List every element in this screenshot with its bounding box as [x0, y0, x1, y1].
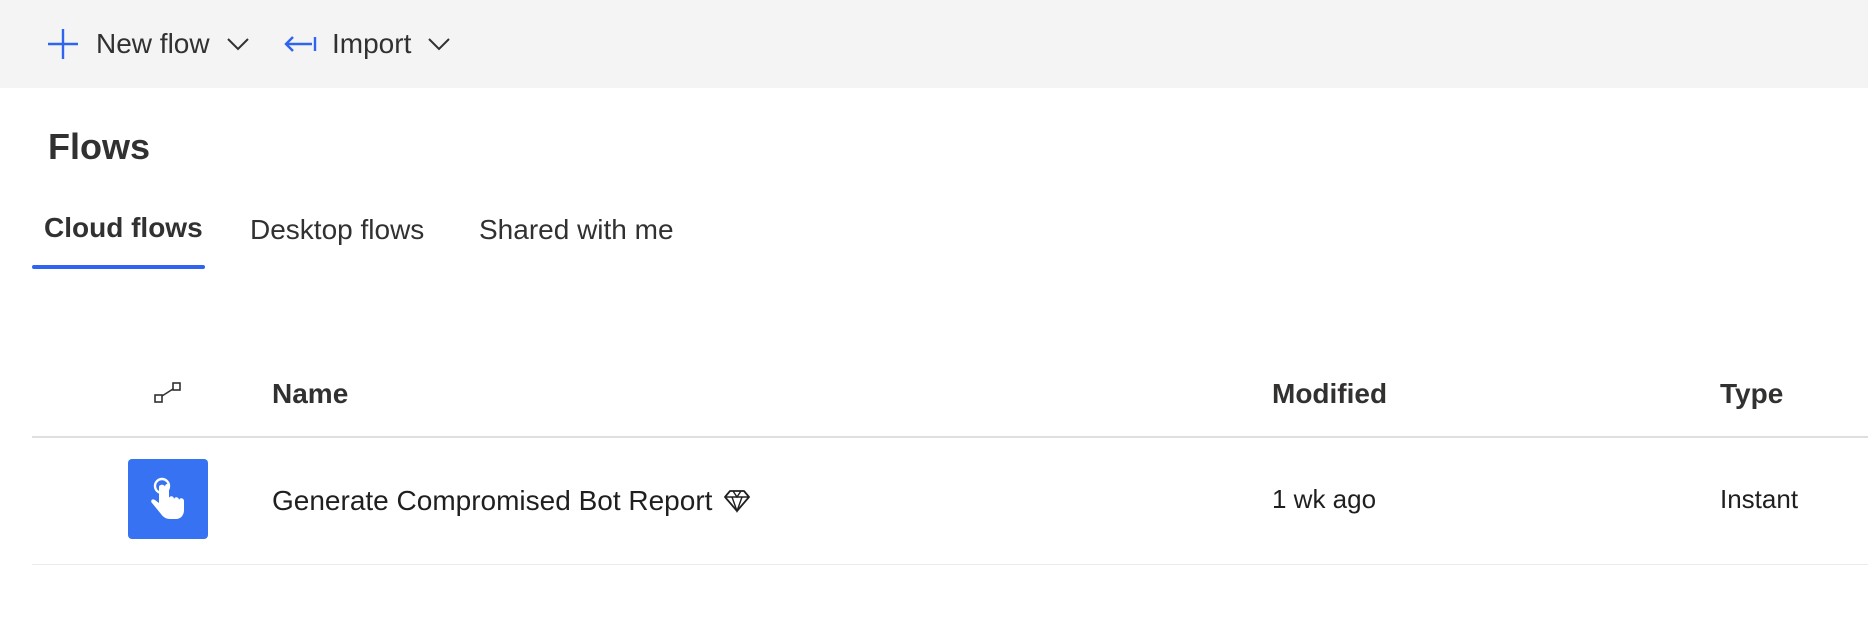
column-header-type[interactable]: Type [1720, 378, 1783, 410]
chevron-down-icon [427, 36, 451, 52]
import-arrow-icon [282, 32, 318, 56]
plus-icon [46, 27, 80, 61]
new-flow-button[interactable]: New flow [46, 22, 250, 66]
flow-name-link[interactable]: Generate Compromised Bot Report [272, 485, 751, 517]
column-header-name[interactable]: Name [272, 378, 348, 410]
column-header-modified[interactable]: Modified [1272, 378, 1387, 410]
tab-desktop-flows[interactable]: Desktop flows [250, 214, 424, 270]
page-title: Flows [48, 126, 151, 167]
tab-label: Shared with me [479, 214, 674, 245]
flow-type: Instant [1720, 484, 1799, 514]
import-label: Import [332, 28, 412, 59]
tab-shared-with-me[interactable]: Shared with me [479, 214, 674, 270]
touch-hand-icon [128, 459, 208, 539]
flow-type-icon[interactable] [152, 380, 184, 413]
flow-modified: 1 wk ago [1272, 484, 1377, 514]
command-bar: New flow Import [0, 0, 1868, 88]
import-button[interactable]: Import [282, 22, 451, 66]
flow-name: Generate Compromised Bot Report [272, 485, 713, 516]
tab-label: Cloud flows [44, 212, 203, 243]
tab-label: Desktop flows [250, 214, 425, 245]
tab-cloud-flows[interactable]: Cloud flows [44, 212, 203, 268]
chevron-down-icon [226, 36, 250, 52]
active-tab-indicator [32, 265, 205, 269]
new-flow-label: New flow [96, 28, 210, 59]
table-header: Name Modified Type [32, 368, 1868, 438]
table-row[interactable]: Generate Compromised Bot Report 1 wk ago… [32, 438, 1868, 565]
premium-diamond-icon [724, 489, 751, 513]
